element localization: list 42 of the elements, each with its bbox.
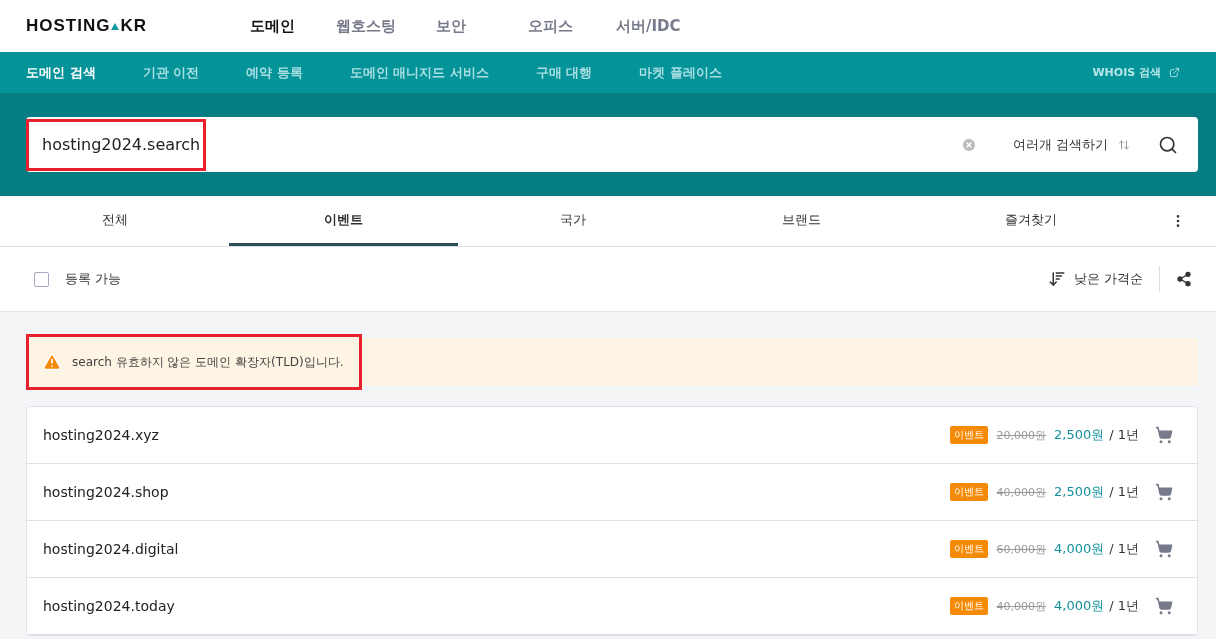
category-tab[interactable]: 국가	[458, 196, 687, 246]
price-period: / 1년	[1109, 540, 1139, 558]
sub-nav-item[interactable]: 기관 이전	[142, 63, 200, 82]
sale-price: 2,500원	[1054, 426, 1105, 444]
category-tab[interactable]: 즐겨찾기	[916, 196, 1145, 246]
domain-name: hosting2024.today	[43, 598, 176, 614]
domain-name: hosting2024.shop	[43, 484, 170, 500]
sale-price: 4,000원	[1054, 540, 1105, 558]
domain-name: hosting2024.digital	[43, 541, 180, 557]
price-period: / 1년	[1109, 597, 1139, 615]
original-price: 40,000원	[996, 484, 1046, 500]
original-price: 40,000원	[996, 598, 1046, 614]
search-field[interactable]: hosting2024.search 여러개 검색하기	[26, 117, 1198, 172]
sort-button[interactable]: 낮은 가격순	[1041, 266, 1160, 292]
main-nav-item[interactable]: 서버/IDC	[616, 16, 716, 36]
main-nav-item[interactable]: 보안	[436, 16, 528, 36]
event-badge: 이벤트	[950, 540, 989, 558]
main-nav-item[interactable]: 오피스	[528, 16, 616, 36]
price-period: / 1년	[1109, 483, 1139, 501]
sub-nav-item[interactable]: 구매 대행	[535, 63, 593, 82]
main-nav-item[interactable]: 웹호스팅	[336, 16, 436, 36]
main-nav-item[interactable]: 도메인	[250, 16, 336, 36]
category-tab[interactable]: 브랜드	[687, 196, 916, 246]
category-tab[interactable]: 전체	[0, 196, 229, 246]
sub-nav-item[interactable]: 도메인 검색	[26, 63, 96, 82]
event-badge: 이벤트	[950, 597, 989, 615]
multi-search-button[interactable]: 여러개 검색하기	[1006, 134, 1136, 155]
sub-nav-item[interactable]: 예약 등록	[246, 63, 303, 82]
sale-price: 2,500원	[1054, 483, 1105, 501]
logo[interactable]: HOSTING KR	[26, 16, 250, 36]
whois-link[interactable]: WHOIS 검색	[1092, 65, 1180, 80]
original-price: 60,000원	[996, 541, 1046, 557]
sale-price: 4,000원	[1054, 597, 1105, 615]
sub-nav-item[interactable]: 마켓 플레이스	[639, 63, 722, 82]
original-price: 20,000원	[996, 427, 1046, 443]
checkbox-label: 등록 가능	[65, 270, 122, 288]
notice-text: search 유효하지 않은 도메인 확장자(TLD)입니다.	[72, 353, 344, 371]
sub-nav-item[interactable]: 도메인 매니지드 서비스	[349, 63, 489, 82]
event-badge: 이벤트	[950, 483, 989, 501]
domain-name: hosting2024.xyz	[43, 427, 160, 443]
price-period: / 1년	[1109, 426, 1139, 444]
event-badge: 이벤트	[950, 426, 989, 444]
